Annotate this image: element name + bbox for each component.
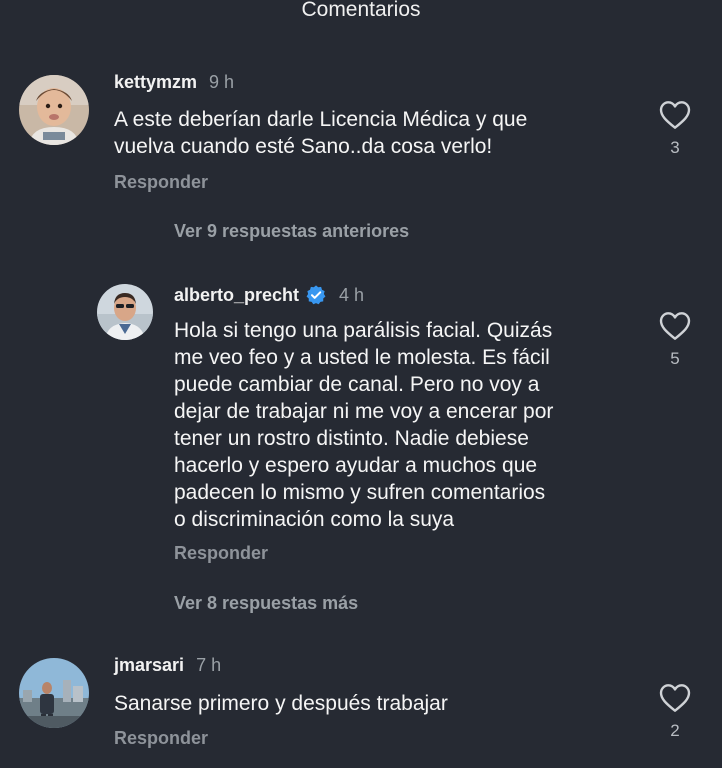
- comment-text: Sanarse primero y después trabajar: [114, 692, 448, 715]
- heart-icon: [659, 684, 691, 712]
- reply-button[interactable]: Responder: [174, 543, 268, 564]
- avatar-kettymzm[interactable]: [19, 75, 89, 145]
- comment-text: A este deberían darle Licencia Médica y …: [114, 108, 528, 158]
- like-count: 5: [670, 349, 680, 368]
- verified-badge-icon: [305, 284, 327, 306]
- man-city-avatar: [19, 658, 89, 728]
- view-more-replies-button[interactable]: Ver 8 respuestas más: [174, 593, 358, 614]
- reply-button[interactable]: Responder: [114, 172, 208, 193]
- comment-time: 7 h: [196, 655, 222, 675]
- comments-screen: Comentarios kettymzm 9 h A este deberían…: [0, 0, 722, 768]
- comment-username[interactable]: alberto_precht 4 h: [174, 284, 364, 306]
- like-button[interactable]: 2: [655, 683, 695, 740]
- reply-button[interactable]: Responder: [114, 728, 208, 749]
- man-sunglasses-avatar: [97, 284, 153, 340]
- like-button[interactable]: 3: [655, 100, 695, 157]
- like-count: 3: [670, 138, 680, 157]
- like-button[interactable]: 5: [655, 311, 695, 368]
- username-text[interactable]: alberto_precht: [174, 285, 299, 306]
- comment-time: 4 h: [339, 284, 365, 305]
- avatar-jmarsari[interactable]: [19, 658, 89, 728]
- page-title: Comentarios: [301, 0, 421, 21]
- avatar-alberto-precht[interactable]: [97, 284, 153, 340]
- username-text[interactable]: jmarsari: [114, 655, 184, 676]
- baby-photo-avatar: [19, 75, 89, 145]
- heart-icon: [659, 312, 691, 340]
- comment-text: Hola si tengo una parálisis facial. Quiz…: [174, 319, 554, 531]
- username-text[interactable]: kettymzm: [114, 72, 197, 93]
- comment-time: 9 h: [209, 72, 235, 92]
- heart-icon: [659, 101, 691, 129]
- comment-username[interactable]: kettymzm 9 h: [114, 72, 234, 93]
- like-count: 2: [670, 721, 680, 740]
- view-previous-replies-button[interactable]: Ver 9 respuestas anteriores: [174, 221, 409, 242]
- comment-username[interactable]: jmarsari 7 h: [114, 655, 221, 676]
